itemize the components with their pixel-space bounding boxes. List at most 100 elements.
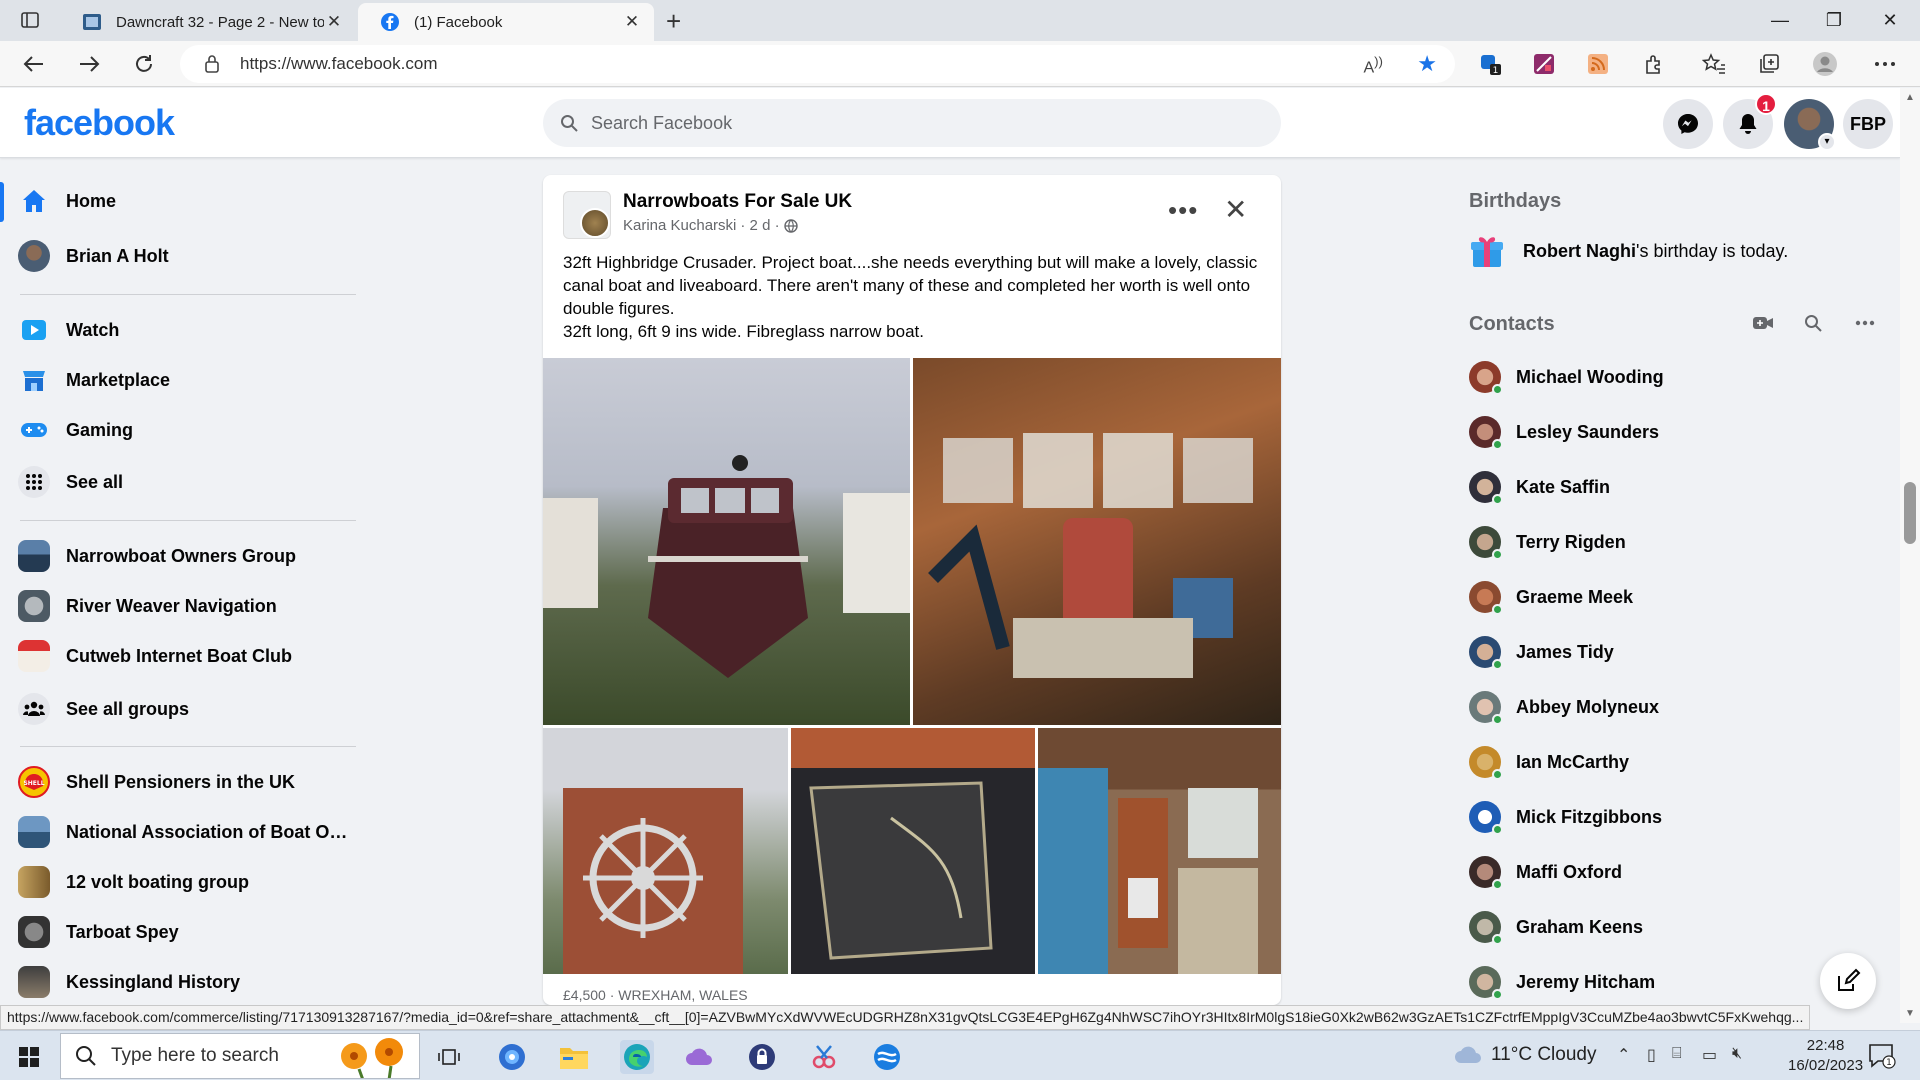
tab-facebook[interactable]: (1) Facebook ✕	[358, 3, 654, 41]
lock-icon	[205, 55, 219, 73]
contact-item[interactable]: Terry Rigden	[1469, 520, 1626, 564]
tab-dawncraft[interactable]: Dawncraft 32 - Page 2 - New to B ✕	[60, 3, 356, 41]
tray-chevron-up-icon[interactable]: ⌃	[1617, 1045, 1630, 1065]
back-arrow-icon[interactable]	[18, 49, 50, 79]
author-avatar[interactable]	[580, 208, 610, 238]
contact-item[interactable]: Michael Wooding	[1469, 355, 1664, 399]
contact-item[interactable]: James Tidy	[1469, 630, 1614, 674]
security-app-icon[interactable]	[745, 1040, 779, 1074]
sidebar-item-marketplace[interactable]: Marketplace	[18, 358, 358, 402]
forward-arrow-icon[interactable]	[73, 49, 105, 79]
sidebar-item-home[interactable]: Home	[18, 179, 358, 223]
tray-volume-muted-icon[interactable]: 🔇︎	[1732, 1045, 1742, 1063]
restore-button[interactable]: ❐	[1810, 4, 1858, 36]
post-options-icon[interactable]: •••	[1168, 195, 1198, 226]
post-photo-helm-wheel[interactable]	[543, 728, 788, 974]
contact-item[interactable]: Abbey Molyneux	[1469, 685, 1659, 729]
tray-battery-icon[interactable]: ▭	[1702, 1045, 1717, 1065]
sidebar-item-page[interactable]: 12 volt boating group	[18, 860, 358, 904]
minimize-button[interactable]: —	[1756, 4, 1804, 36]
scrollbar-thumb[interactable]	[1904, 482, 1916, 544]
post-photo-cabin-interior[interactable]	[913, 358, 1281, 725]
contact-item[interactable]: Mick Fitzgibbons	[1469, 795, 1662, 839]
scroll-up-icon[interactable]: ▲	[1905, 92, 1915, 103]
edge-browser-icon[interactable]	[620, 1040, 654, 1074]
collections-icon[interactable]	[1756, 51, 1782, 77]
contact-item[interactable]: Kate Saffin	[1469, 465, 1610, 509]
favorite-star-icon[interactable]: ★	[1417, 51, 1437, 77]
contact-item[interactable]: Jeremy Hitcham	[1469, 960, 1655, 1004]
mail-app-icon[interactable]	[870, 1040, 904, 1074]
sidebar-item-group[interactable]: River Weaver Navigation	[18, 584, 358, 628]
contact-name: Michael Wooding	[1516, 366, 1664, 387]
new-message-button[interactable]	[1820, 953, 1876, 1009]
taskbar-app-icon[interactable]	[495, 1040, 529, 1074]
browser-menu-icon[interactable]	[1872, 51, 1898, 77]
scroll-down-icon[interactable]: ▼	[1905, 1008, 1915, 1019]
extensions-puzzle-icon[interactable]	[1641, 51, 1667, 77]
sidebar-item-see-all-groups[interactable]: See all groups	[18, 687, 358, 731]
address-bar[interactable]: https://www.facebook.com A)) ★	[180, 45, 1455, 83]
extension-badge-icon[interactable]: 1	[1477, 51, 1503, 77]
sidebar-item-page[interactable]: National Association of Boat Own...	[18, 810, 358, 854]
contact-item[interactable]: Graeme Meek	[1469, 575, 1633, 619]
listing-price-location[interactable]: £4,500 · WREXHAM, WALES	[563, 987, 748, 1003]
extension-rss-icon[interactable]	[1585, 51, 1611, 77]
cloud-app-icon[interactable]	[682, 1040, 716, 1074]
contact-item[interactable]: Ian McCarthy	[1469, 740, 1629, 784]
hide-post-icon[interactable]: ✕	[1224, 193, 1247, 226]
sidebar-item-profile[interactable]: Brian A Holt	[18, 234, 358, 278]
contact-item[interactable]: Graham Keens	[1469, 905, 1643, 949]
sidebar-item-group[interactable]: Cutweb Internet Boat Club	[18, 634, 358, 678]
post-photo-hull-patch[interactable]	[791, 728, 1035, 974]
post-author[interactable]: Karina Kucharski	[623, 217, 736, 234]
post-group-name[interactable]: Narrowboats For Sale UK	[623, 191, 852, 213]
favorites-list-icon[interactable]	[1701, 51, 1727, 77]
notification-center-icon[interactable]: 1	[1868, 1043, 1896, 1069]
tab-close-icon[interactable]: ✕	[324, 12, 344, 32]
file-explorer-icon[interactable]	[557, 1040, 591, 1074]
tab-title: Dawncraft 32 - Page 2 - New to B	[116, 13, 324, 31]
sidebar-item-gaming[interactable]: Gaming	[18, 408, 358, 452]
birthday-item[interactable]: Robert Naghi's birthday is today.	[1469, 233, 1788, 269]
sidebar-item-group[interactable]: Narrowboat Owners Group	[18, 534, 358, 578]
birthday-name[interactable]: Robert Naghi	[1523, 241, 1636, 261]
sidebar-item-page[interactable]: Kessingland History	[18, 960, 358, 1004]
tray-network-icon[interactable]: ⌸	[1672, 1045, 1682, 1063]
search-contacts-icon[interactable]	[1800, 310, 1826, 336]
account-avatar[interactable]: ▾	[1784, 99, 1836, 151]
post-time[interactable]: · 2 d ·	[740, 217, 779, 234]
contact-item[interactable]: Lesley Saunders	[1469, 410, 1659, 454]
read-aloud-icon[interactable]: A))	[1363, 54, 1383, 77]
contacts-options-icon[interactable]	[1852, 310, 1878, 336]
page-scrollbar[interactable]: ▲ ▼	[1900, 88, 1920, 1023]
notifications-button[interactable]: 1	[1723, 93, 1777, 149]
facebook-search-input[interactable]: Search Facebook	[543, 99, 1281, 147]
close-window-button[interactable]: ✕	[1866, 4, 1914, 36]
messenger-button[interactable]	[1663, 99, 1713, 149]
post-photo-interior-corridor[interactable]	[1038, 728, 1281, 974]
browser-profile-icon[interactable]	[1812, 51, 1838, 77]
taskbar-clock[interactable]: 22:48 16/02/2023	[1788, 1036, 1863, 1076]
snipping-tool-icon[interactable]	[807, 1040, 841, 1074]
refresh-icon[interactable]	[128, 49, 160, 79]
post-photo-boat-exterior[interactable]	[543, 358, 910, 725]
video-call-icon[interactable]	[1750, 310, 1776, 336]
facebook-logo[interactable]: facebook	[24, 102, 175, 144]
tray-device-icon[interactable]: ▯	[1647, 1045, 1656, 1065]
sidebar-item-watch[interactable]: Watch	[18, 308, 358, 352]
group-avatar[interactable]	[563, 191, 611, 239]
sidebar-item-page[interactable]: SHELL Shell Pensioners in the UK	[18, 760, 358, 804]
sidebar-item-page[interactable]: Tarboat Spey	[18, 910, 358, 954]
windows-start-icon[interactable]	[12, 1040, 46, 1074]
tab-close-icon[interactable]: ✕	[622, 12, 642, 32]
new-tab-icon[interactable]: +	[666, 6, 681, 37]
extension-grid-icon[interactable]	[1531, 51, 1557, 77]
contact-item[interactable]: Maffi Oxford	[1469, 850, 1622, 894]
weather-widget[interactable]: 11°C Cloudy	[1453, 1044, 1596, 1066]
profile-switch-button[interactable]: FBP	[1843, 99, 1893, 149]
tab-actions-icon[interactable]	[10, 8, 50, 32]
sidebar-item-see-all[interactable]: See all	[18, 460, 358, 504]
taskbar-search-input[interactable]: Type here to search	[60, 1033, 420, 1079]
task-view-icon[interactable]	[432, 1040, 466, 1074]
